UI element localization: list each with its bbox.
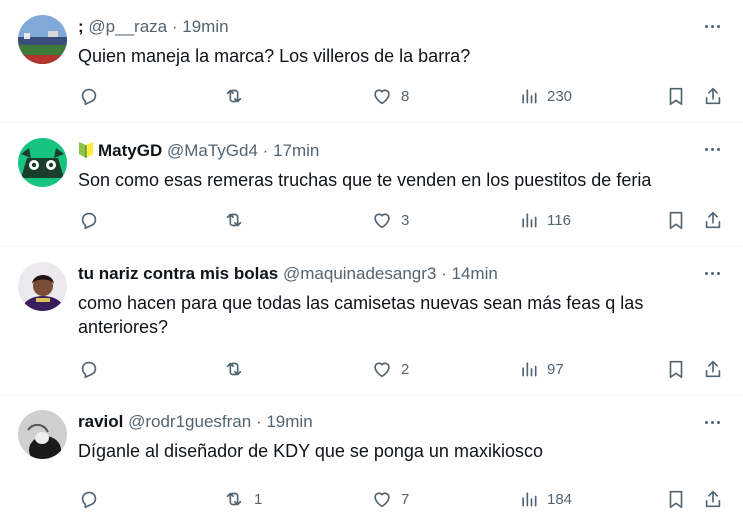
like-icon	[374, 213, 390, 229]
like-button[interactable]: 7	[371, 487, 409, 511]
reply-button[interactable]	[78, 84, 108, 108]
reply-button[interactable]	[78, 487, 108, 511]
views-button[interactable]: 230	[519, 84, 572, 108]
views-button[interactable]: 184	[519, 487, 572, 511]
reply-header: MatyGD @MaTyGd4 · 17min	[78, 140, 683, 162]
share-icon	[705, 87, 721, 105]
bookmark-icon	[669, 211, 683, 230]
more-icon[interactable]	[702, 16, 722, 36]
reply-button[interactable]	[78, 208, 108, 232]
user-handle[interactable]: @rodr1guesfran	[128, 412, 251, 431]
timestamp[interactable]: 17min	[273, 141, 319, 160]
user-handle[interactable]: @maquinadesangr3	[283, 264, 436, 283]
avatar[interactable]	[18, 138, 67, 187]
bookmark-icon	[669, 87, 683, 106]
user-handle[interactable]: @p__raza	[88, 17, 167, 36]
reply-item[interactable]: raviol @rodr1guesfran · 19min Díganle al…	[0, 396, 743, 526]
like-icon	[374, 492, 390, 508]
views-icon	[522, 492, 537, 507]
share-button[interactable]	[702, 84, 724, 108]
bookmark-button[interactable]	[665, 208, 687, 232]
views-count: 116	[547, 211, 571, 229]
user-handle[interactable]: @MaTyGd4	[167, 141, 258, 160]
timestamp[interactable]: 19min	[266, 412, 312, 431]
share-icon	[705, 490, 721, 508]
share-button[interactable]	[702, 208, 724, 232]
views-icon	[522, 213, 537, 228]
repost-icon	[226, 362, 242, 376]
separator-dot: ·	[255, 412, 262, 431]
repost-icon	[226, 89, 242, 103]
views-button[interactable]: 116	[519, 208, 571, 232]
bookmark-button[interactable]	[665, 357, 687, 381]
timestamp[interactable]: 14min	[452, 264, 498, 283]
separator-dot: ·	[441, 264, 447, 283]
reply-text: Son como esas remeras truchas que te ven…	[78, 170, 652, 190]
reply-header: raviol @rodr1guesfran · 19min	[78, 411, 683, 433]
repost-button[interactable]: 1	[222, 487, 262, 511]
reply-text: Díganle al diseñador de KDY que se ponga…	[78, 441, 543, 461]
bookmark-icon	[669, 360, 683, 379]
reply-icon	[81, 361, 97, 379]
display-name[interactable]: MatyGD	[98, 141, 162, 160]
views-button[interactable]: 97	[519, 357, 564, 381]
repost-count: 1	[254, 490, 263, 508]
action-bar: 1 7 184	[78, 487, 728, 511]
replies-feed: ; @p__raza · 19min Quien maneja la marca…	[0, 0, 743, 526]
like-button[interactable]: 3	[371, 208, 409, 232]
views-icon	[522, 89, 537, 104]
reply-button[interactable]	[78, 357, 108, 381]
separator-dot: ·	[171, 17, 178, 36]
like-count: 2	[401, 360, 410, 378]
bookmark-button[interactable]	[665, 84, 687, 108]
display-name[interactable]: tu nariz contra mis bolas	[78, 264, 278, 283]
reply-header: tu nariz contra mis bolas @maquinadesang…	[78, 263, 683, 285]
reply-item[interactable]: tu nariz contra mis bolas @maquinadesang…	[0, 247, 743, 396]
bookmark-icon	[669, 490, 683, 509]
repost-icon	[226, 492, 242, 506]
separator-dot: ·	[262, 141, 269, 160]
display-name[interactable]: raviol	[78, 412, 123, 431]
like-icon	[374, 89, 390, 105]
reply-header: ; @p__raza · 19min	[78, 16, 683, 38]
reply-icon	[81, 212, 97, 230]
action-bar: 8 230	[78, 84, 728, 108]
action-bar: 2 97	[78, 357, 728, 381]
reply-item[interactable]: MatyGD @MaTyGd4 · 17min Son como esas re…	[0, 123, 743, 247]
like-button[interactable]: 2	[371, 357, 409, 381]
like-count: 3	[401, 211, 410, 229]
views-count: 97	[547, 360, 564, 378]
display-name[interactable]: ;	[78, 17, 84, 36]
more-icon[interactable]	[702, 263, 722, 283]
like-count: 7	[401, 490, 410, 508]
share-button[interactable]	[702, 357, 724, 381]
views-count: 230	[547, 87, 573, 105]
repost-button[interactable]	[222, 208, 254, 232]
views-count: 184	[547, 490, 573, 508]
like-button[interactable]: 8	[371, 84, 409, 108]
repost-button[interactable]	[222, 357, 254, 381]
repost-button[interactable]	[222, 84, 254, 108]
like-icon	[374, 362, 390, 378]
like-count: 8	[401, 87, 410, 105]
reply-text: como hacen para que todas las camisetas …	[78, 293, 644, 337]
timestamp[interactable]: 19min	[182, 17, 228, 36]
share-icon	[705, 360, 721, 378]
reply-icon	[81, 491, 97, 509]
share-button[interactable]	[702, 487, 724, 511]
reply-text: Quien maneja la marca? Los villeros de l…	[78, 46, 471, 66]
bookmark-button[interactable]	[665, 487, 687, 511]
reply-icon	[81, 88, 97, 106]
avatar[interactable]	[18, 410, 67, 459]
action-bar: 3 116	[78, 208, 728, 232]
views-icon	[522, 362, 537, 377]
more-icon[interactable]	[702, 412, 722, 432]
avatar[interactable]	[18, 262, 67, 311]
reply-item[interactable]: ; @p__raza · 19min Quien maneja la marca…	[0, 0, 743, 123]
share-icon	[705, 211, 721, 229]
beginner-badge-icon	[79, 142, 93, 158]
avatar[interactable]	[18, 15, 67, 64]
more-icon[interactable]	[702, 139, 722, 159]
repost-icon	[226, 213, 242, 227]
